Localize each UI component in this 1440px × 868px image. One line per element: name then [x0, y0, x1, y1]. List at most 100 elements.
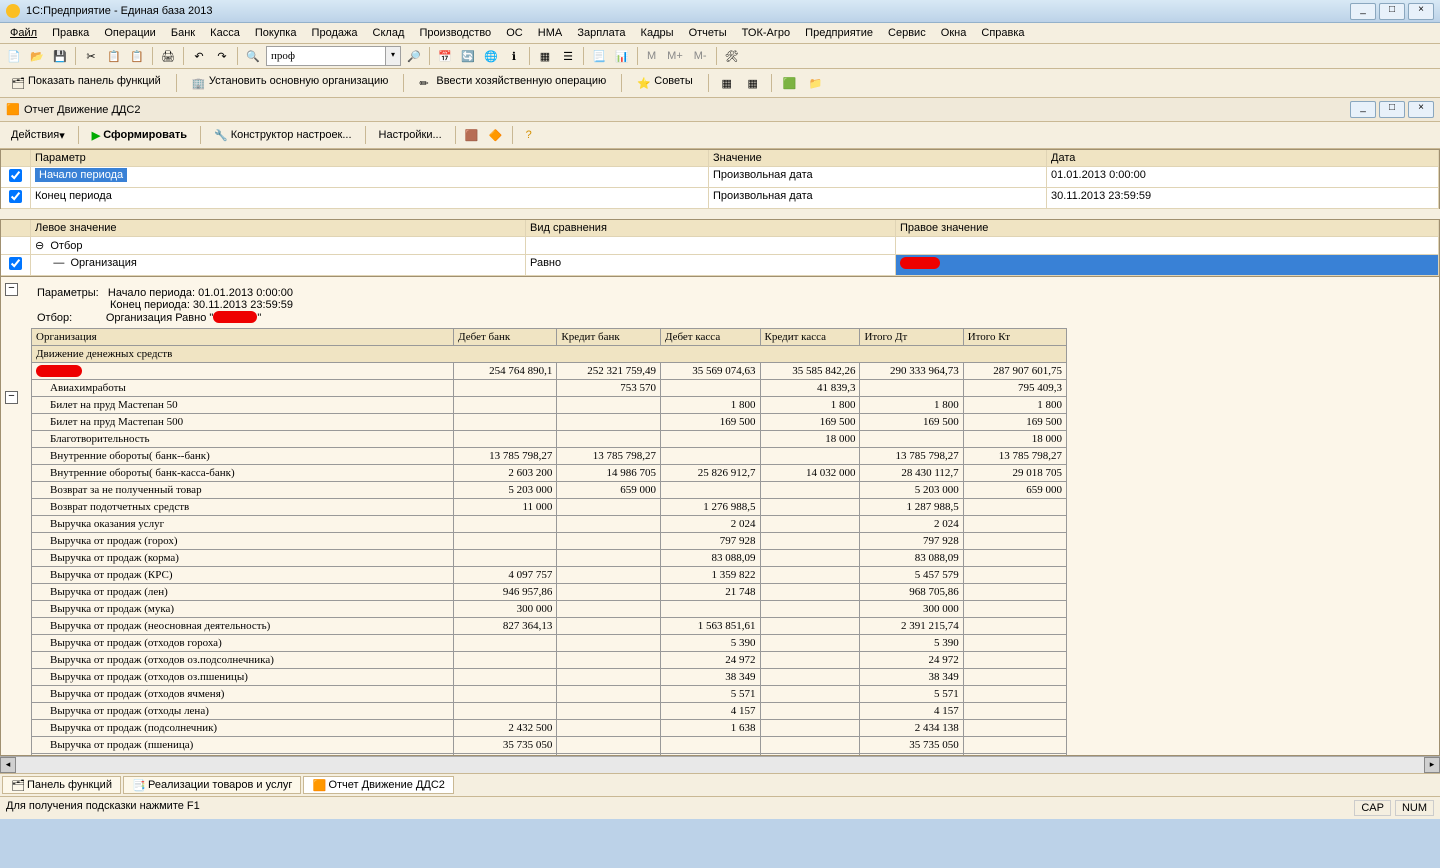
copy-icon[interactable]: 📋: [104, 46, 124, 66]
new-icon[interactable]: 📄: [4, 46, 24, 66]
end-check[interactable]: [9, 190, 22, 203]
menu-warehouse[interactable]: Склад: [367, 25, 411, 41]
redo-icon[interactable]: ↷: [212, 46, 232, 66]
menu-os[interactable]: ОС: [500, 25, 529, 41]
menu-sale[interactable]: Продажа: [306, 25, 364, 41]
collapse-btn-2[interactable]: −: [5, 391, 18, 404]
tab-report[interactable]: 🟧Отчет Движение ДДС2: [303, 776, 453, 794]
table-row[interactable]: 254 764 890,1252 321 759,4935 569 074,63…: [32, 363, 1067, 380]
menu-windows[interactable]: Окна: [935, 25, 973, 41]
table-row[interactable]: Выручка от продаж (горох)797 928797 928: [32, 533, 1067, 550]
menu-enterprise[interactable]: Предприятие: [799, 25, 879, 41]
paste-icon[interactable]: 📋: [127, 46, 147, 66]
col-org[interactable]: Организация: [32, 329, 454, 346]
menu-production[interactable]: Производство: [413, 25, 497, 41]
col-total-kt[interactable]: Итого Кт: [963, 329, 1066, 346]
table-row[interactable]: Внутренние обороты( банк-касса-банк)2 60…: [32, 465, 1067, 482]
grid2-icon[interactable]: ▦: [743, 73, 763, 93]
col-cmp[interactable]: Вид сравнения: [526, 220, 896, 236]
refresh-icon[interactable]: 🔄: [458, 46, 478, 66]
menu-help[interactable]: Справка: [975, 25, 1030, 41]
doc-max-button[interactable]: □: [1379, 101, 1405, 118]
table-row[interactable]: Выручка от продаж (мука)300 000300 000: [32, 601, 1067, 618]
minimize-button[interactable]: _: [1350, 3, 1376, 20]
table-row[interactable]: Выручка от продаж (отходов оз.подсолнечн…: [32, 652, 1067, 669]
report-area[interactable]: − − Параметры: Начало периода: 01.01.201…: [0, 276, 1440, 756]
settings-button[interactable]: Настройки...: [372, 126, 449, 144]
menu-bank[interactable]: Банк: [165, 25, 201, 41]
green-icon[interactable]: 🟩: [780, 73, 800, 93]
col-db-bank[interactable]: Дебет банк: [454, 329, 557, 346]
doc-icon[interactable]: 📃: [589, 46, 609, 66]
menu-edit[interactable]: Правка: [46, 25, 95, 41]
table-row[interactable]: Выручка от продаж (лен)946 957,8621 7489…: [32, 584, 1067, 601]
scroll-track[interactable]: [16, 757, 1424, 773]
org-check[interactable]: [9, 257, 22, 270]
icon-a[interactable]: 🟫: [462, 125, 482, 145]
tab-realiz[interactable]: 📑Реализации товаров и услуг: [123, 776, 301, 794]
table-row[interactable]: Благотворительность18 00018 000: [32, 431, 1067, 448]
show-panel-button[interactable]: 🗂Показать панель функций: [4, 72, 168, 94]
menu-tokagro[interactable]: ТОК-Агро: [736, 25, 796, 41]
doc-close-button[interactable]: ×: [1408, 101, 1434, 118]
collapse-icon[interactable]: ⊖: [35, 240, 44, 252]
close-button[interactable]: ×: [1408, 3, 1434, 20]
table-row[interactable]: Выручка от продаж (корма)83 088,0983 088…: [32, 550, 1067, 567]
table-row[interactable]: Выручка от продаж (КРС)4 097 7571 359 82…: [32, 567, 1067, 584]
param-row-end[interactable]: Конец периода Произвольная дата 30.11.20…: [1, 188, 1439, 209]
menu-salary[interactable]: Зарплата: [571, 25, 631, 41]
col-param[interactable]: Параметр: [31, 150, 709, 166]
chart-icon[interactable]: 📊: [612, 46, 632, 66]
calc-icon[interactable]: 📅: [435, 46, 455, 66]
col-value[interactable]: Значение: [709, 150, 1047, 166]
table-row[interactable]: Выручка от продаж (неосновная деятельнос…: [32, 618, 1067, 635]
menu-hr[interactable]: Кадры: [635, 25, 680, 41]
table-row[interactable]: Выручка от продаж (пшеница)35 735 05035 …: [32, 737, 1067, 754]
collapse-btn-1[interactable]: −: [5, 283, 18, 296]
constructor-button[interactable]: 🔧Конструктор настроек...: [207, 126, 359, 145]
folder-icon[interactable]: 📁: [806, 73, 826, 93]
info-icon[interactable]: ℹ: [504, 46, 524, 66]
tool-icon[interactable]: 🛠: [722, 46, 742, 66]
actions-button[interactable]: Действия ▾: [4, 126, 72, 145]
table-row[interactable]: Выручка от продаж (отходов ячменя)5 5715…: [32, 686, 1067, 703]
search-input[interactable]: [266, 46, 386, 66]
cut-icon[interactable]: ✂: [81, 46, 101, 66]
table-row[interactable]: Авиахимработы753 57041 839,3795 409,3: [32, 380, 1067, 397]
icon-b[interactable]: 🔶: [486, 125, 506, 145]
col-cr-bank[interactable]: Кредит банк: [557, 329, 661, 346]
menu-cash[interactable]: Касса: [204, 25, 246, 41]
form-button[interactable]: ▶Сформировать: [85, 126, 194, 145]
param-row-start[interactable]: Начало периода Произвольная дата 01.01.2…: [1, 167, 1439, 188]
menu-service[interactable]: Сервис: [882, 25, 932, 41]
tips-button[interactable]: ⭐Советы: [630, 72, 699, 94]
col-right[interactable]: Правое значение: [896, 220, 1439, 236]
menu-file[interactable]: Файл: [4, 25, 43, 41]
enter-op-button[interactable]: ✏Ввести хозяйственную операцию: [412, 72, 613, 94]
table-row[interactable]: Выручка оказания услуг2 0242 024: [32, 516, 1067, 533]
grid-icon[interactable]: ▦: [717, 73, 737, 93]
globe-icon[interactable]: 🌐: [481, 46, 501, 66]
memory-mplus[interactable]: M+: [663, 46, 687, 66]
list-icon[interactable]: ☰: [558, 46, 578, 66]
table-row[interactable]: Возврат за не полученный товар5 203 0006…: [32, 482, 1067, 499]
find-icon[interactable]: 🔎: [404, 46, 424, 66]
scroll-left-icon[interactable]: ◂: [0, 757, 16, 773]
menu-operations[interactable]: Операции: [98, 25, 161, 41]
open-icon[interactable]: 📂: [27, 46, 47, 66]
table-row[interactable]: Билет на пруд Мастепан 500169 500169 500…: [32, 414, 1067, 431]
table-row[interactable]: Выручка от продаж (отходов гороха)5 3905…: [32, 635, 1067, 652]
save-icon[interactable]: 💾: [50, 46, 70, 66]
search-combo[interactable]: ▾: [266, 46, 401, 66]
menu-reports[interactable]: Отчеты: [683, 25, 733, 41]
table-row[interactable]: Выручка от продаж (подсолнечник)2 432 50…: [32, 720, 1067, 737]
chevron-down-icon[interactable]: ▾: [386, 46, 401, 66]
table-row[interactable]: Выручка от продаж (отходы лена)4 1574 15…: [32, 703, 1067, 720]
start-check[interactable]: [9, 169, 22, 182]
table-row[interactable]: Возврат подотчетных средств11 0001 276 9…: [32, 499, 1067, 516]
restore-button[interactable]: □: [1379, 3, 1405, 20]
tab-panel[interactable]: 🗂Панель функций: [2, 776, 121, 794]
set-org-button[interactable]: 🏢Установить основную организацию: [185, 72, 396, 94]
search-icon[interactable]: 🔍: [243, 46, 263, 66]
col-db-cash[interactable]: Дебет касса: [660, 329, 760, 346]
